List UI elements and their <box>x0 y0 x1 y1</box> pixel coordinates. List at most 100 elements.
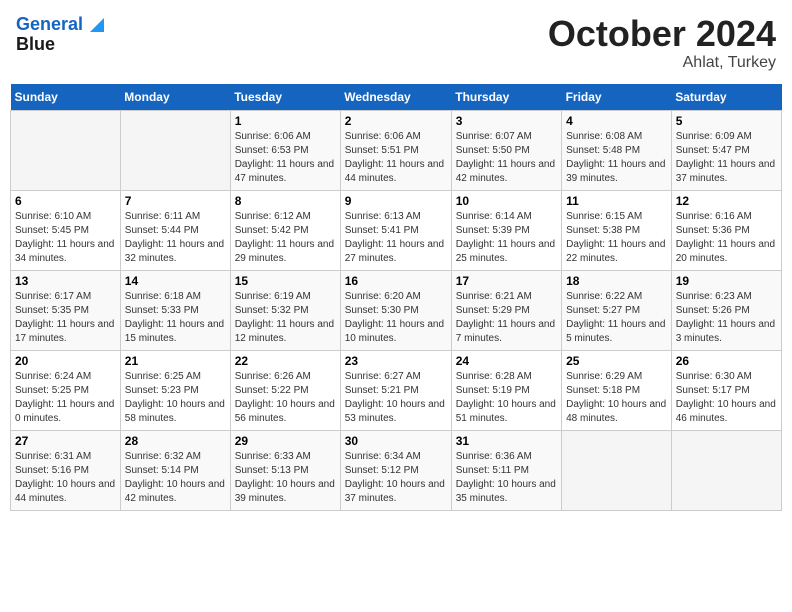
weekday-header: Tuesday <box>230 84 340 111</box>
day-number: 29 <box>235 434 336 448</box>
calendar-day-cell: 12 Sunrise: 6:16 AM Sunset: 5:36 PM Dayli… <box>671 190 781 270</box>
day-number: 24 <box>456 354 557 368</box>
day-number: 6 <box>15 194 116 208</box>
day-number: 26 <box>676 354 777 368</box>
logo-text: General <box>16 14 104 36</box>
day-number: 15 <box>235 274 336 288</box>
calendar-header-row: SundayMondayTuesdayWednesdayThursdayFrid… <box>11 84 782 111</box>
calendar-week-row: 27Sunrise: 6:31 AM Sunset: 5:16 PM Dayli… <box>11 430 782 510</box>
calendar-week-row: 6 Sunrise: 6:10 AM Sunset: 5:45 PM Daylig… <box>11 190 782 270</box>
calendar-day-cell: 31Sunrise: 6:36 AM Sunset: 5:11 PM Dayli… <box>451 430 561 510</box>
day-number: 19 <box>676 274 777 288</box>
day-number: 12 <box>676 194 777 208</box>
calendar-day-cell <box>120 110 230 190</box>
day-number: 22 <box>235 354 336 368</box>
day-number: 18 <box>566 274 667 288</box>
day-info: Sunrise: 6:06 AM Sunset: 6:53 PM Dayligh… <box>235 130 336 186</box>
day-number: 5 <box>676 114 777 128</box>
day-info: Sunrise: 6:22 AM Sunset: 5:27 PM Dayligh… <box>566 290 667 346</box>
calendar-day-cell: 11 Sunrise: 6:15 AM Sunset: 5:38 PM Dayli… <box>562 190 672 270</box>
day-info: Sunrise: 6:23 AM Sunset: 5:26 PM Dayligh… <box>676 290 777 346</box>
day-info: Sunrise: 6:26 AM Sunset: 5:22 PM Dayligh… <box>235 370 336 426</box>
day-number: 14 <box>125 274 226 288</box>
calendar-day-cell: 1 Sunrise: 6:06 AM Sunset: 6:53 PM Daylig… <box>230 110 340 190</box>
day-info: Sunrise: 6:32 AM Sunset: 5:14 PM Dayligh… <box>125 450 226 506</box>
calendar-day-cell: 3 Sunrise: 6:07 AM Sunset: 5:50 PM Daylig… <box>451 110 561 190</box>
calendar-day-cell: 24 Sunrise: 6:28 AM Sunset: 5:19 PM Dayli… <box>451 350 561 430</box>
day-info: Sunrise: 6:30 AM Sunset: 5:17 PM Dayligh… <box>676 370 777 426</box>
day-info: Sunrise: 6:25 AM Sunset: 5:23 PM Dayligh… <box>125 370 226 426</box>
day-number: 4 <box>566 114 667 128</box>
calendar-day-cell: 15 Sunrise: 6:19 AM Sunset: 5:32 PM Dayli… <box>230 270 340 350</box>
calendar-day-cell: 6 Sunrise: 6:10 AM Sunset: 5:45 PM Daylig… <box>11 190 121 270</box>
calendar-week-row: 20 Sunrise: 6:24 AM Sunset: 5:25 PM Dayli… <box>11 350 782 430</box>
page-header: General Blue October 2024 Ahlat, Turkey <box>10 10 782 76</box>
calendar-day-cell <box>671 430 781 510</box>
day-number: 30 <box>345 434 447 448</box>
logo: General Blue <box>16 14 104 55</box>
day-number: 21 <box>125 354 226 368</box>
weekday-header: Friday <box>562 84 672 111</box>
day-info: Sunrise: 6:20 AM Sunset: 5:30 PM Dayligh… <box>345 290 447 346</box>
title-block: October 2024 Ahlat, Turkey <box>548 14 776 72</box>
day-info: Sunrise: 6:16 AM Sunset: 5:36 PM Dayligh… <box>676 210 777 266</box>
day-number: 11 <box>566 194 667 208</box>
calendar-day-cell: 29Sunrise: 6:33 AM Sunset: 5:13 PM Dayli… <box>230 430 340 510</box>
calendar-day-cell: 13Sunrise: 6:17 AM Sunset: 5:35 PM Dayli… <box>11 270 121 350</box>
calendar-day-cell: 9Sunrise: 6:13 AM Sunset: 5:41 PM Daylig… <box>340 190 451 270</box>
day-number: 20 <box>15 354 116 368</box>
day-info: Sunrise: 6:08 AM Sunset: 5:48 PM Dayligh… <box>566 130 667 186</box>
weekday-header: Sunday <box>11 84 121 111</box>
day-number: 3 <box>456 114 557 128</box>
day-info: Sunrise: 6:11 AM Sunset: 5:44 PM Dayligh… <box>125 210 226 266</box>
day-info: Sunrise: 6:27 AM Sunset: 5:21 PM Dayligh… <box>345 370 447 426</box>
day-number: 28 <box>125 434 226 448</box>
calendar-day-cell: 10 Sunrise: 6:14 AM Sunset: 5:39 PM Dayli… <box>451 190 561 270</box>
day-info: Sunrise: 6:31 AM Sunset: 5:16 PM Dayligh… <box>15 450 116 506</box>
weekday-header: Wednesday <box>340 84 451 111</box>
day-number: 13 <box>15 274 116 288</box>
calendar-day-cell: 23 Sunrise: 6:27 AM Sunset: 5:21 PM Dayli… <box>340 350 451 430</box>
weekday-header: Monday <box>120 84 230 111</box>
day-number: 1 <box>235 114 336 128</box>
day-info: Sunrise: 6:12 AM Sunset: 5:42 PM Dayligh… <box>235 210 336 266</box>
day-info: Sunrise: 6:36 AM Sunset: 5:11 PM Dayligh… <box>456 450 557 506</box>
day-number: 25 <box>566 354 667 368</box>
calendar-day-cell: 28 Sunrise: 6:32 AM Sunset: 5:14 PM Dayli… <box>120 430 230 510</box>
calendar-day-cell: 21 Sunrise: 6:25 AM Sunset: 5:23 PM Dayli… <box>120 350 230 430</box>
day-number: 10 <box>456 194 557 208</box>
calendar-day-cell: 25 Sunrise: 6:29 AM Sunset: 5:18 PM Dayli… <box>562 350 672 430</box>
day-info: Sunrise: 6:29 AM Sunset: 5:18 PM Dayligh… <box>566 370 667 426</box>
day-info: Sunrise: 6:15 AM Sunset: 5:38 PM Dayligh… <box>566 210 667 266</box>
day-info: Sunrise: 6:07 AM Sunset: 5:50 PM Dayligh… <box>456 130 557 186</box>
day-info: Sunrise: 6:14 AM Sunset: 5:39 PM Dayligh… <box>456 210 557 266</box>
day-number: 23 <box>345 354 447 368</box>
calendar-week-row: 1 Sunrise: 6:06 AM Sunset: 6:53 PM Daylig… <box>11 110 782 190</box>
day-info: Sunrise: 6:21 AM Sunset: 5:29 PM Dayligh… <box>456 290 557 346</box>
calendar-day-cell: 26 Sunrise: 6:30 AM Sunset: 5:17 PM Dayli… <box>671 350 781 430</box>
calendar-day-cell: 22 Sunrise: 6:26 AM Sunset: 5:22 PM Dayli… <box>230 350 340 430</box>
calendar-table: SundayMondayTuesdayWednesdayThursdayFrid… <box>10 84 782 511</box>
day-info: Sunrise: 6:24 AM Sunset: 5:25 PM Dayligh… <box>15 370 116 426</box>
day-info: Sunrise: 6:19 AM Sunset: 5:32 PM Dayligh… <box>235 290 336 346</box>
day-info: Sunrise: 6:09 AM Sunset: 5:47 PM Dayligh… <box>676 130 777 186</box>
day-info: Sunrise: 6:18 AM Sunset: 5:33 PM Dayligh… <box>125 290 226 346</box>
weekday-header: Thursday <box>451 84 561 111</box>
day-info: Sunrise: 6:06 AM Sunset: 5:51 PM Dayligh… <box>345 130 447 186</box>
day-info: Sunrise: 6:34 AM Sunset: 5:12 PM Dayligh… <box>345 450 447 506</box>
day-info: Sunrise: 6:28 AM Sunset: 5:19 PM Dayligh… <box>456 370 557 426</box>
calendar-day-cell: 19 Sunrise: 6:23 AM Sunset: 5:26 PM Dayli… <box>671 270 781 350</box>
calendar-day-cell: 30 Sunrise: 6:34 AM Sunset: 5:12 PM Dayli… <box>340 430 451 510</box>
calendar-day-cell: 16Sunrise: 6:20 AM Sunset: 5:30 PM Dayli… <box>340 270 451 350</box>
day-info: Sunrise: 6:10 AM Sunset: 5:45 PM Dayligh… <box>15 210 116 266</box>
calendar-day-cell: 8Sunrise: 6:12 AM Sunset: 5:42 PM Daylig… <box>230 190 340 270</box>
calendar-week-row: 13Sunrise: 6:17 AM Sunset: 5:35 PM Dayli… <box>11 270 782 350</box>
day-number: 17 <box>456 274 557 288</box>
calendar-day-cell: 17 Sunrise: 6:21 AM Sunset: 5:29 PM Dayli… <box>451 270 561 350</box>
calendar-day-cell <box>562 430 672 510</box>
calendar-day-cell: 7Sunrise: 6:11 AM Sunset: 5:44 PM Daylig… <box>120 190 230 270</box>
day-number: 2 <box>345 114 447 128</box>
calendar-day-cell: 4 Sunrise: 6:08 AM Sunset: 5:48 PM Daylig… <box>562 110 672 190</box>
calendar-day-cell: 5 Sunrise: 6:09 AM Sunset: 5:47 PM Daylig… <box>671 110 781 190</box>
day-info: Sunrise: 6:13 AM Sunset: 5:41 PM Dayligh… <box>345 210 447 266</box>
